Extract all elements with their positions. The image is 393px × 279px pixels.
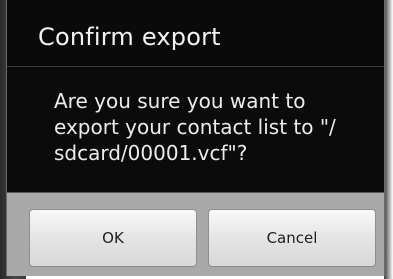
confirm-export-dialog: Confirm export Are you sure you want to … bbox=[6, 0, 385, 276]
cancel-button-label: Cancel bbox=[266, 229, 318, 247]
title-divider bbox=[7, 66, 384, 67]
dialog-message: Are you sure you want to export your con… bbox=[54, 89, 336, 165]
ok-button-label: OK bbox=[102, 229, 124, 247]
dialog-title-bar: Confirm export bbox=[7, 0, 384, 66]
dialog-button-bar: OK Cancel bbox=[7, 192, 384, 276]
cancel-button[interactable]: Cancel bbox=[208, 209, 376, 267]
background-app-edge bbox=[384, 0, 393, 279]
dialog-title: Confirm export bbox=[38, 23, 221, 51]
ok-button[interactable]: OK bbox=[29, 209, 197, 267]
